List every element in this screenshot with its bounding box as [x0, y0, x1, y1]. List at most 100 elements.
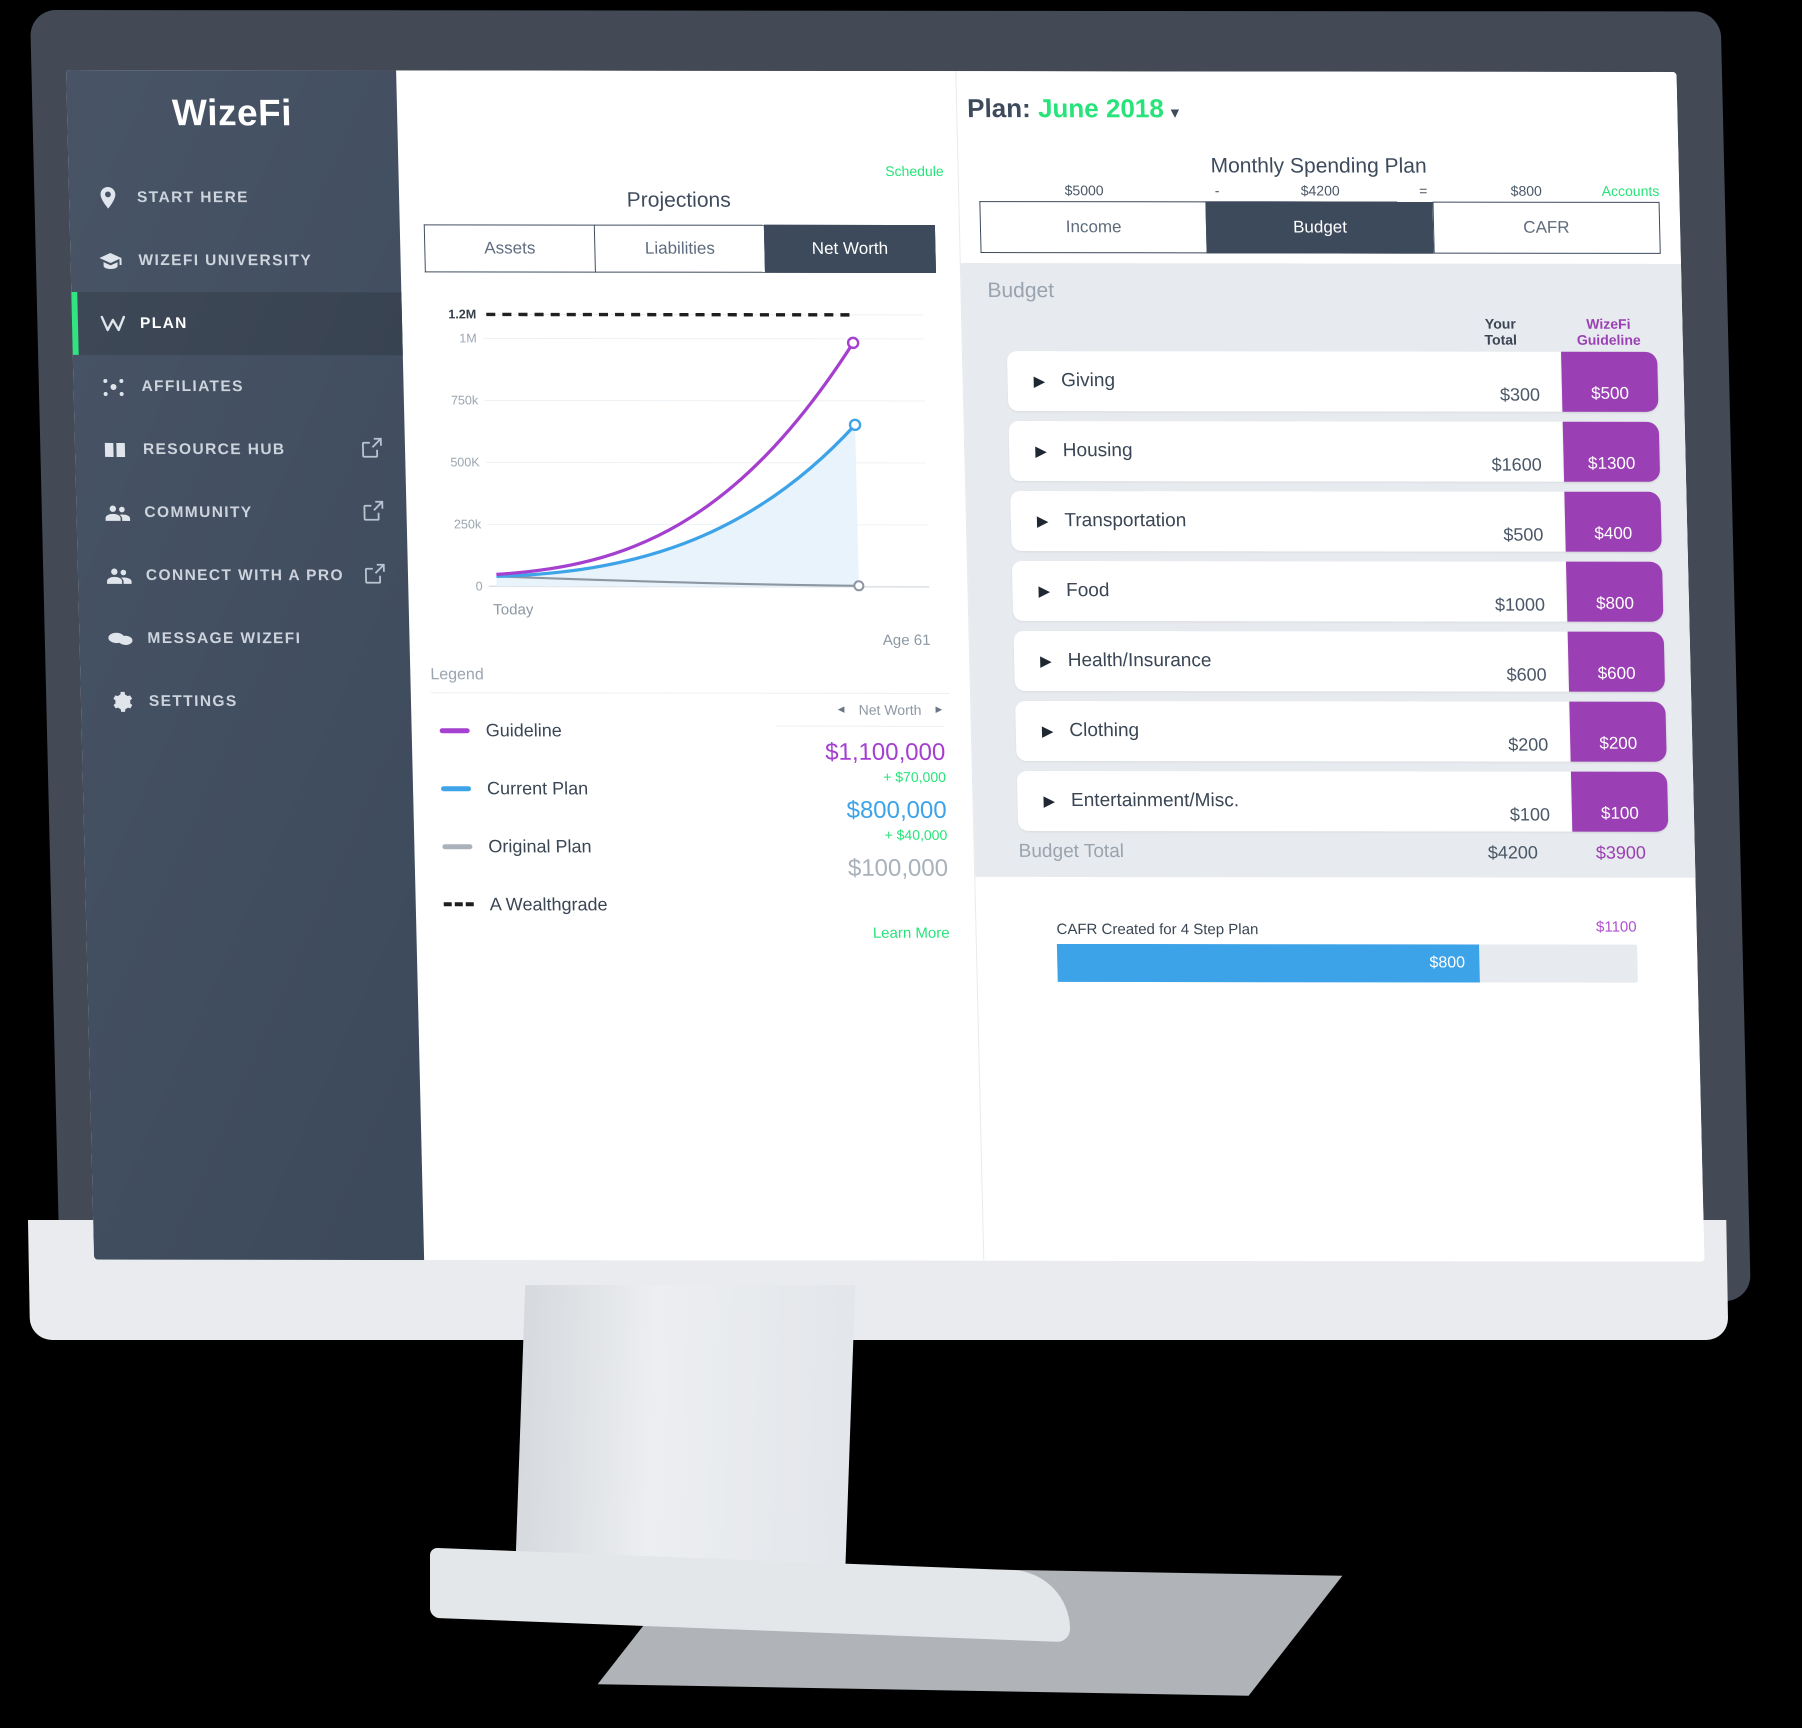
expand-triangle-icon[interactable]: ▶: [1037, 512, 1049, 530]
cafr-filled-value: $800: [1429, 954, 1466, 972]
spending-plan-equation: $5000 - $4200 = $800 Accounts: [959, 182, 1680, 202]
tab-net-worth[interactable]: Net Worth: [763, 224, 937, 274]
cafr-label: CAFR Created for 4 Step Plan: [1056, 921, 1259, 939]
legend-item-guideline[interactable]: Guideline: [439, 701, 777, 759]
tab-income[interactable]: Income: [979, 201, 1207, 254]
prev-arrow-icon[interactable]: ◄: [836, 704, 847, 716]
sidebar-item-connect-with-a-pro[interactable]: CONNECT WITH A PRO: [77, 544, 409, 607]
sidebar: WizeFi START HERE WIZEFI UNIVERSITY PLAN: [66, 70, 425, 1261]
external-link-icon[interactable]: [364, 562, 387, 589]
sidebar-item-resource-hub[interactable]: RESOURCE HUB: [74, 418, 406, 481]
budget-guideline-chip: $100: [1570, 771, 1669, 832]
sidebar-item-community[interactable]: COMMUNITY: [76, 481, 408, 544]
column-header-line1: WizeFi: [1586, 315, 1631, 332]
y-tick-label: 500K: [450, 455, 480, 469]
expand-triangle-icon[interactable]: ▶: [1040, 652, 1052, 670]
budget-row-health-insurance[interactable]: ▶ Health/Insurance $600 $600: [1013, 631, 1666, 692]
external-link-icon[interactable]: [361, 436, 384, 463]
delta-guideline: + $70,000: [883, 768, 947, 785]
plan-month[interactable]: June 2018: [1038, 93, 1164, 123]
network-nodes-icon: [101, 375, 142, 397]
external-link-icon[interactable]: [362, 499, 385, 526]
budget-row-housing[interactable]: ▶ Housing $1600 $1300: [1008, 421, 1661, 483]
legend-values: ◄ Net Worth ► $1,100,000 + $70,000 $800,…: [776, 701, 962, 942]
budget-row-clothing[interactable]: ▶ Clothing $200 $200: [1015, 701, 1667, 762]
projections-title: Projections: [626, 188, 731, 212]
column-header-wizefi-guideline: WizeFi Guideline: [1560, 316, 1657, 348]
cafr-cap-value: $1100: [1595, 918, 1637, 936]
budget-row-food[interactable]: ▶ Food $1000 $800: [1011, 561, 1664, 622]
monitor-stand-neck: [514, 1285, 856, 1585]
budget-section-label: Budget: [987, 279, 1055, 303]
tab-liabilities[interactable]: Liabilities: [593, 224, 765, 273]
budget-guideline-chip: $200: [1569, 701, 1667, 762]
projections-tabs: Assets Liabilities Net Worth: [423, 224, 937, 274]
budget-row-giving[interactable]: ▶ Giving $300 $500: [1006, 351, 1659, 413]
tab-budget[interactable]: Budget: [1205, 201, 1434, 254]
budget-row-entertainment-misc[interactable]: ▶ Entertainment/Misc. $100 $100: [1016, 771, 1669, 832]
legend-item-a-wealthgrade[interactable]: A Wealthgrade: [443, 875, 781, 933]
budget-row-left[interactable]: ▶ Housing $1600: [1008, 421, 1565, 482]
y-tick-label: 1M: [459, 331, 477, 345]
sidebar-item-settings[interactable]: SETTINGS: [80, 670, 412, 733]
plan-header: Plan: June 2018 ▾: [957, 93, 1678, 125]
budget-category-name: Entertainment/Misc.: [1070, 790, 1240, 812]
budget-row-left[interactable]: ▶ Health/Insurance $600: [1013, 631, 1570, 692]
book-icon: [103, 439, 143, 459]
chevron-down-icon[interactable]: ▾: [1171, 104, 1179, 121]
value-current-plan: $800,000: [846, 796, 948, 824]
sidebar-item-message-wizefi[interactable]: MESSAGE WIZEFI: [79, 607, 411, 670]
sidebar-item-label: MESSAGE WIZEFI: [147, 629, 302, 647]
sidebar-item-plan[interactable]: PLAN: [71, 291, 403, 356]
budget-row-left[interactable]: ▶ Giving $300: [1006, 351, 1563, 412]
budget-your-total: $600: [1506, 664, 1547, 685]
budget-guideline-chip: $800: [1566, 561, 1664, 622]
expand-triangle-icon[interactable]: ▶: [1038, 582, 1050, 600]
legend-item-original-plan[interactable]: Original Plan: [442, 817, 780, 875]
tab-cafr[interactable]: CAFR: [1432, 201, 1661, 254]
sidebar-item-label: START HERE: [136, 188, 250, 206]
budget-category-name: Transportation: [1064, 510, 1187, 532]
location-pin-icon: [97, 186, 138, 210]
projections-chart-svg: 1.2M 1M 750k 500K 250k 0 Today Age 61: [448, 307, 931, 648]
budget-your-total: $200: [1508, 734, 1549, 755]
sidebar-item-label: WIZEFI UNIVERSITY: [138, 251, 313, 269]
budget-total-label: Budget Total: [1018, 841, 1125, 863]
budget-amount: $4200: [1300, 182, 1340, 199]
cafr-progress-block: CAFR Created for 4 Step Plan $800 $1100: [1056, 919, 1638, 983]
schedule-link[interactable]: Schedule: [885, 163, 944, 179]
budget-row-left[interactable]: ▶ Entertainment/Misc. $100: [1016, 771, 1573, 832]
sidebar-item-start-here[interactable]: START HERE: [68, 166, 400, 229]
expand-triangle-icon[interactable]: ▶: [1042, 722, 1054, 740]
legend-label: Current Plan: [486, 777, 589, 798]
cafr-progress-fill: $800: [1056, 944, 1480, 983]
y-tick-label: 750k: [451, 393, 479, 407]
sidebar-item-affiliates[interactable]: AFFILIATES: [73, 355, 405, 418]
budget-row-left[interactable]: ▶ Clothing $200: [1015, 701, 1571, 762]
legend-item-current-plan[interactable]: Current Plan: [440, 759, 778, 817]
legend-header: Legend: [430, 666, 950, 694]
sidebar-item-label: RESOURCE HUB: [142, 440, 286, 458]
expand-triangle-icon[interactable]: ▶: [1043, 792, 1055, 810]
budget-total-your: $4200: [1487, 842, 1539, 863]
budget-category-name: Housing: [1062, 440, 1133, 462]
budget-guideline-chip: $500: [1561, 351, 1659, 413]
column-header-line1: Your: [1484, 315, 1516, 332]
budget-category-name: Clothing: [1069, 720, 1140, 742]
tab-assets[interactable]: Assets: [423, 224, 595, 273]
budget-your-total: $1000: [1494, 594, 1546, 615]
sidebar-item-wizefi-university[interactable]: WIZEFI UNIVERSITY: [70, 229, 402, 292]
budget-row-left[interactable]: ▶ Food $1000: [1011, 561, 1568, 622]
budget-category-name: Giving: [1060, 370, 1116, 392]
learn-more-link[interactable]: Learn More: [781, 925, 950, 942]
budget-row-left[interactable]: ▶ Transportation $500: [1010, 491, 1566, 552]
value-original-plan: $100,000: [847, 854, 949, 882]
y-tick-label: 0: [475, 579, 482, 593]
next-arrow-icon[interactable]: ►: [933, 704, 944, 716]
cafr-progress-track: $800 $1100: [1056, 919, 1638, 983]
expand-triangle-icon[interactable]: ▶: [1035, 442, 1047, 460]
budget-row-transportation[interactable]: ▶ Transportation $500 $400: [1010, 491, 1662, 552]
expand-triangle-icon[interactable]: ▶: [1033, 372, 1045, 390]
main-content: Projections Assets Liabilities Net Worth…: [396, 70, 1705, 1262]
accounts-link[interactable]: Accounts: [1601, 183, 1659, 199]
